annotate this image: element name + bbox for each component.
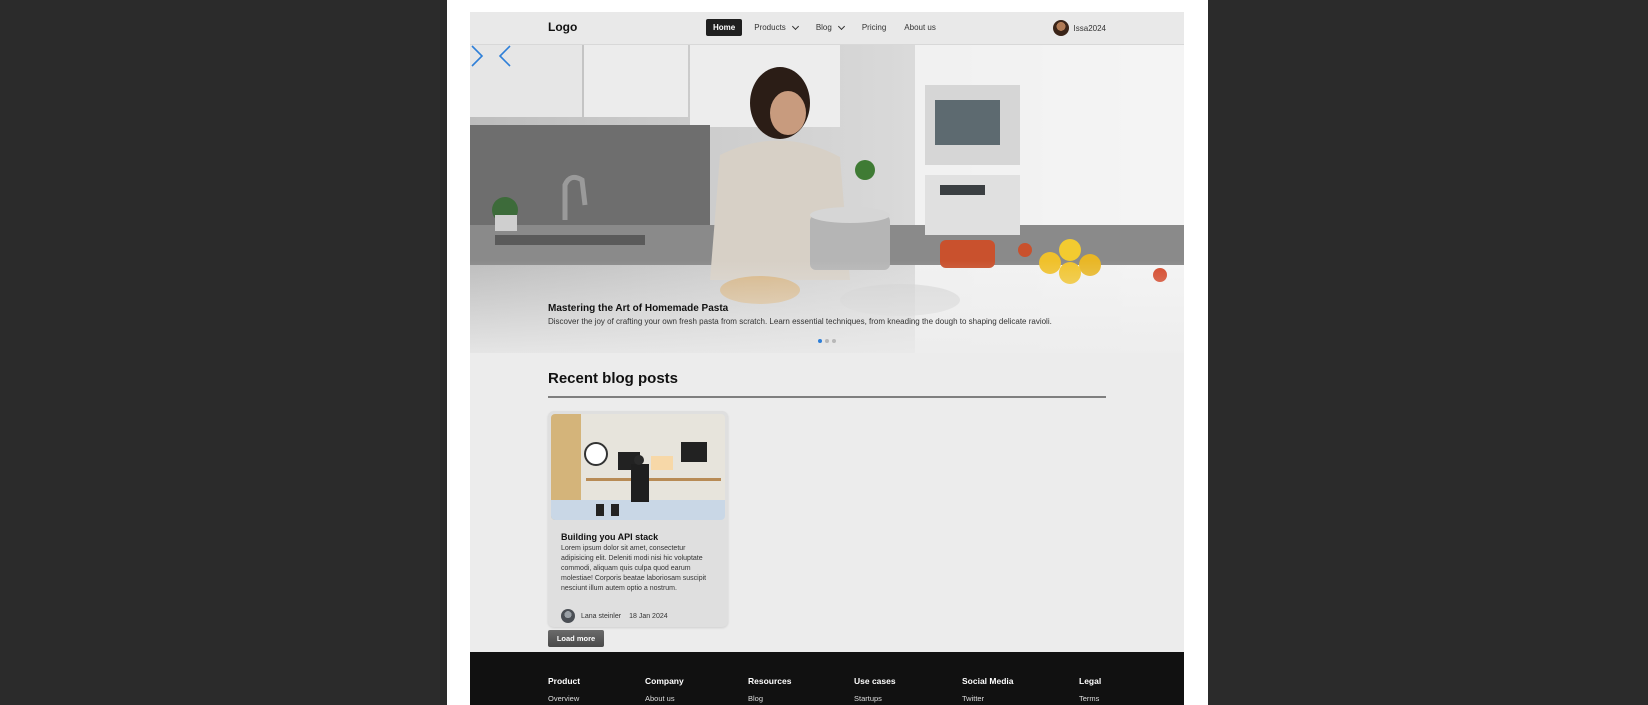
- carousel-dot-2[interactable]: [825, 339, 829, 343]
- next-slide-icon[interactable]: [470, 45, 484, 67]
- footer-link[interactable]: Twitter: [962, 694, 1014, 703]
- footer-link[interactable]: About us: [645, 694, 684, 703]
- footer-heading: Social Media: [962, 676, 1014, 686]
- footer-col-product: Product Overview: [548, 676, 580, 703]
- footer-col-social: Social Media Twitter: [962, 676, 1014, 703]
- footer-col-use-cases: Use cases Startups: [854, 676, 896, 703]
- user-menu[interactable]: Issa2024: [1052, 20, 1106, 36]
- footer: Product Overview Company About us Resour…: [470, 652, 1184, 705]
- blog-card-image: [551, 414, 725, 520]
- nav-item-pricing[interactable]: Pricing: [856, 19, 892, 36]
- footer-col-legal: Legal Terms: [1079, 676, 1101, 703]
- chevron-down-icon: [791, 22, 799, 30]
- hero-caption: Mastering the Art of Homemade Pasta Disc…: [548, 303, 1052, 326]
- footer-heading: Company: [645, 676, 684, 686]
- nav-blog-label: Blog: [815, 23, 832, 32]
- footer-col-resources: Resources Blog: [748, 676, 791, 703]
- nav-item-products[interactable]: Products: [748, 19, 804, 36]
- post-date: 18 Jan 2024: [629, 612, 668, 620]
- nav-home-label: Home: [713, 23, 736, 32]
- footer-heading: Legal: [1079, 676, 1102, 686]
- nav-item-home[interactable]: Home: [706, 19, 743, 36]
- main-nav: Home Products Blog Pricing About us: [706, 19, 948, 36]
- navbar: Logo Home Products Blog Pricing About us…: [470, 12, 1184, 45]
- section-divider: [548, 396, 1106, 398]
- chevron-down-icon: [837, 22, 845, 30]
- footer-col-company: Company About us: [645, 676, 684, 703]
- site-frame: Logo Home Products Blog Pricing About us…: [470, 12, 1184, 705]
- footer-link[interactable]: Startups: [854, 694, 896, 703]
- footer-heading: Resources: [748, 676, 792, 686]
- nav-about-label: About us: [904, 23, 936, 32]
- section-title: Recent blog posts: [548, 370, 679, 387]
- blog-card[interactable]: Building you API stack Lorem ipsum dolor…: [548, 411, 728, 627]
- footer-heading: Product: [548, 676, 581, 686]
- hero-title: Mastering the Art of Homemade Pasta: [548, 303, 729, 314]
- blog-card-author: Lana steinler 18 Jan 2024: [561, 609, 668, 623]
- nav-item-blog[interactable]: Blog: [810, 19, 850, 36]
- nav-products-label: Products: [754, 23, 786, 32]
- nav-pricing-label: Pricing: [861, 23, 887, 32]
- load-more-button[interactable]: Load more: [548, 630, 604, 647]
- user-avatar: [1052, 20, 1069, 36]
- footer-heading: Use cases: [854, 676, 896, 686]
- footer-link[interactable]: Overview: [548, 694, 580, 703]
- footer-link[interactable]: Terms: [1079, 694, 1101, 703]
- footer-link[interactable]: Blog: [748, 694, 791, 703]
- prev-slide-icon[interactable]: [498, 45, 512, 67]
- blog-card-excerpt: Lorem ipsum dolor sit amet, consectetur …: [561, 545, 707, 592]
- carousel-dot-1[interactable]: [818, 339, 822, 343]
- author-avatar: [561, 609, 575, 623]
- hero-description: Discover the joy of crafting your own fr…: [548, 317, 1052, 326]
- carousel-indicators: [818, 339, 836, 343]
- blog-card-title[interactable]: Building you API stack: [561, 532, 658, 542]
- carousel-dot-3[interactable]: [832, 339, 836, 343]
- author-name: Lana steinler: [581, 612, 622, 620]
- site-logo[interactable]: Logo: [548, 20, 577, 34]
- username: Issa2024: [1073, 23, 1106, 33]
- nav-item-about[interactable]: About us: [898, 19, 942, 36]
- hero-carousel: Mastering the Art of Homemade Pasta Disc…: [470, 45, 1184, 353]
